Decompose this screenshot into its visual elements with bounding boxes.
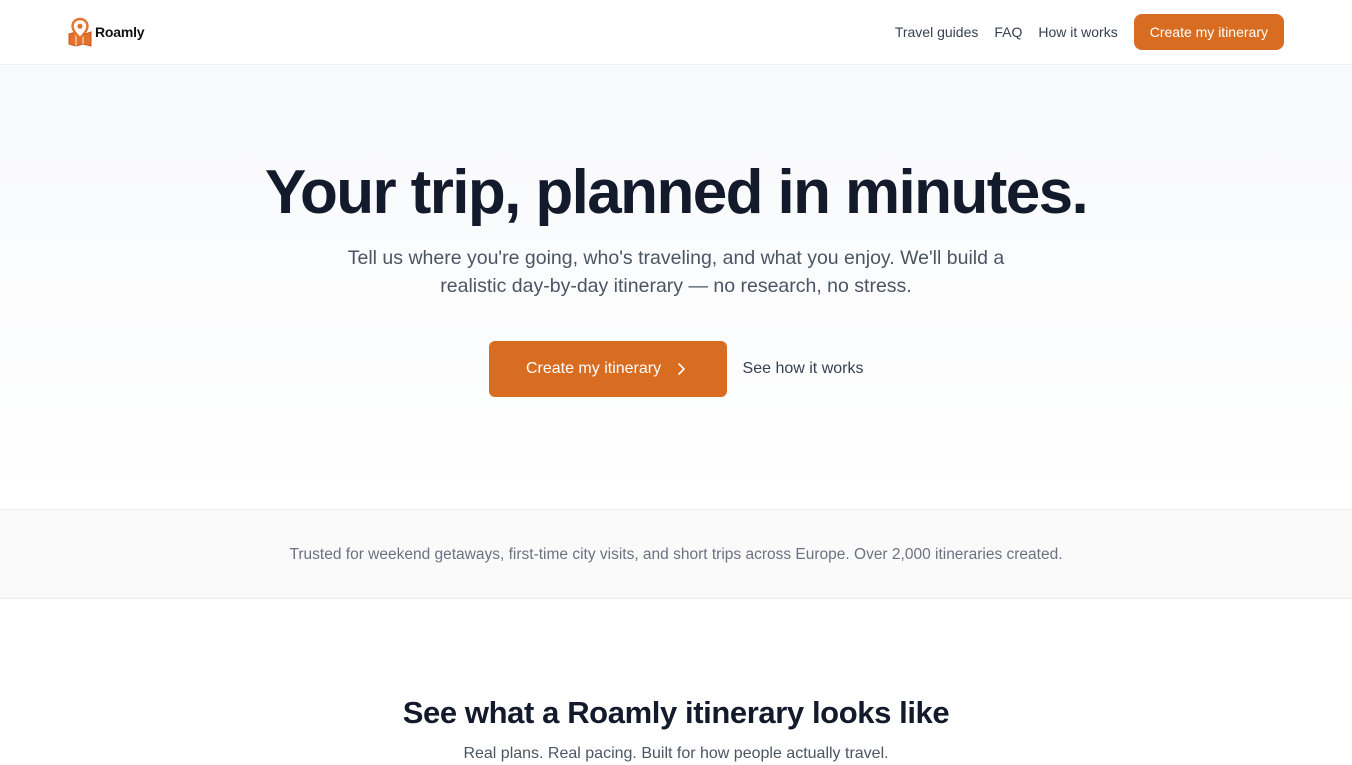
- trust-text: Trusted for weekend getaways, first-time…: [289, 546, 1063, 563]
- main-nav: Travel guides FAQ How it works Create my…: [895, 14, 1284, 50]
- see-how-it-works-link[interactable]: See how it works: [743, 360, 864, 378]
- hero-section: Your trip, planned in minutes. Tell us w…: [0, 66, 1352, 509]
- header-create-itinerary-button[interactable]: Create my itinerary: [1133, 14, 1284, 50]
- brand-name: Roamly: [95, 24, 145, 40]
- trust-strip: Trusted for weekend getaways, first-time…: [0, 509, 1352, 599]
- nav-link-faq[interactable]: FAQ: [994, 24, 1022, 40]
- example-title: See what a Roamly itinerary looks like: [402, 695, 950, 730]
- nav-link-how-it-works[interactable]: How it works: [1038, 24, 1117, 40]
- hero-subtitle: Tell us where you're going, who's travel…: [347, 247, 1005, 297]
- nav-link-travel-guides[interactable]: Travel guides: [895, 24, 979, 40]
- hero-actions: Create my itinerary See how it works: [0, 341, 1352, 397]
- hero-create-itinerary-button[interactable]: Create my itinerary: [488, 341, 727, 397]
- chevron-right-icon: [678, 363, 685, 375]
- map-pin-icon: [68, 17, 92, 47]
- logo-link[interactable]: Roamly: [67, 16, 145, 48]
- example-section: See what a Roamly itinerary looks like R…: [0, 599, 1352, 762]
- site-header: Roamly Travel guides FAQ How it works Cr…: [0, 0, 1352, 65]
- hero-create-itinerary-label: Create my itinerary: [525, 360, 662, 377]
- hero-title: Your trip, planned in minutes.: [264, 158, 1089, 227]
- example-subtitle: Real plans. Real pacing. Built for how p…: [463, 745, 889, 762]
